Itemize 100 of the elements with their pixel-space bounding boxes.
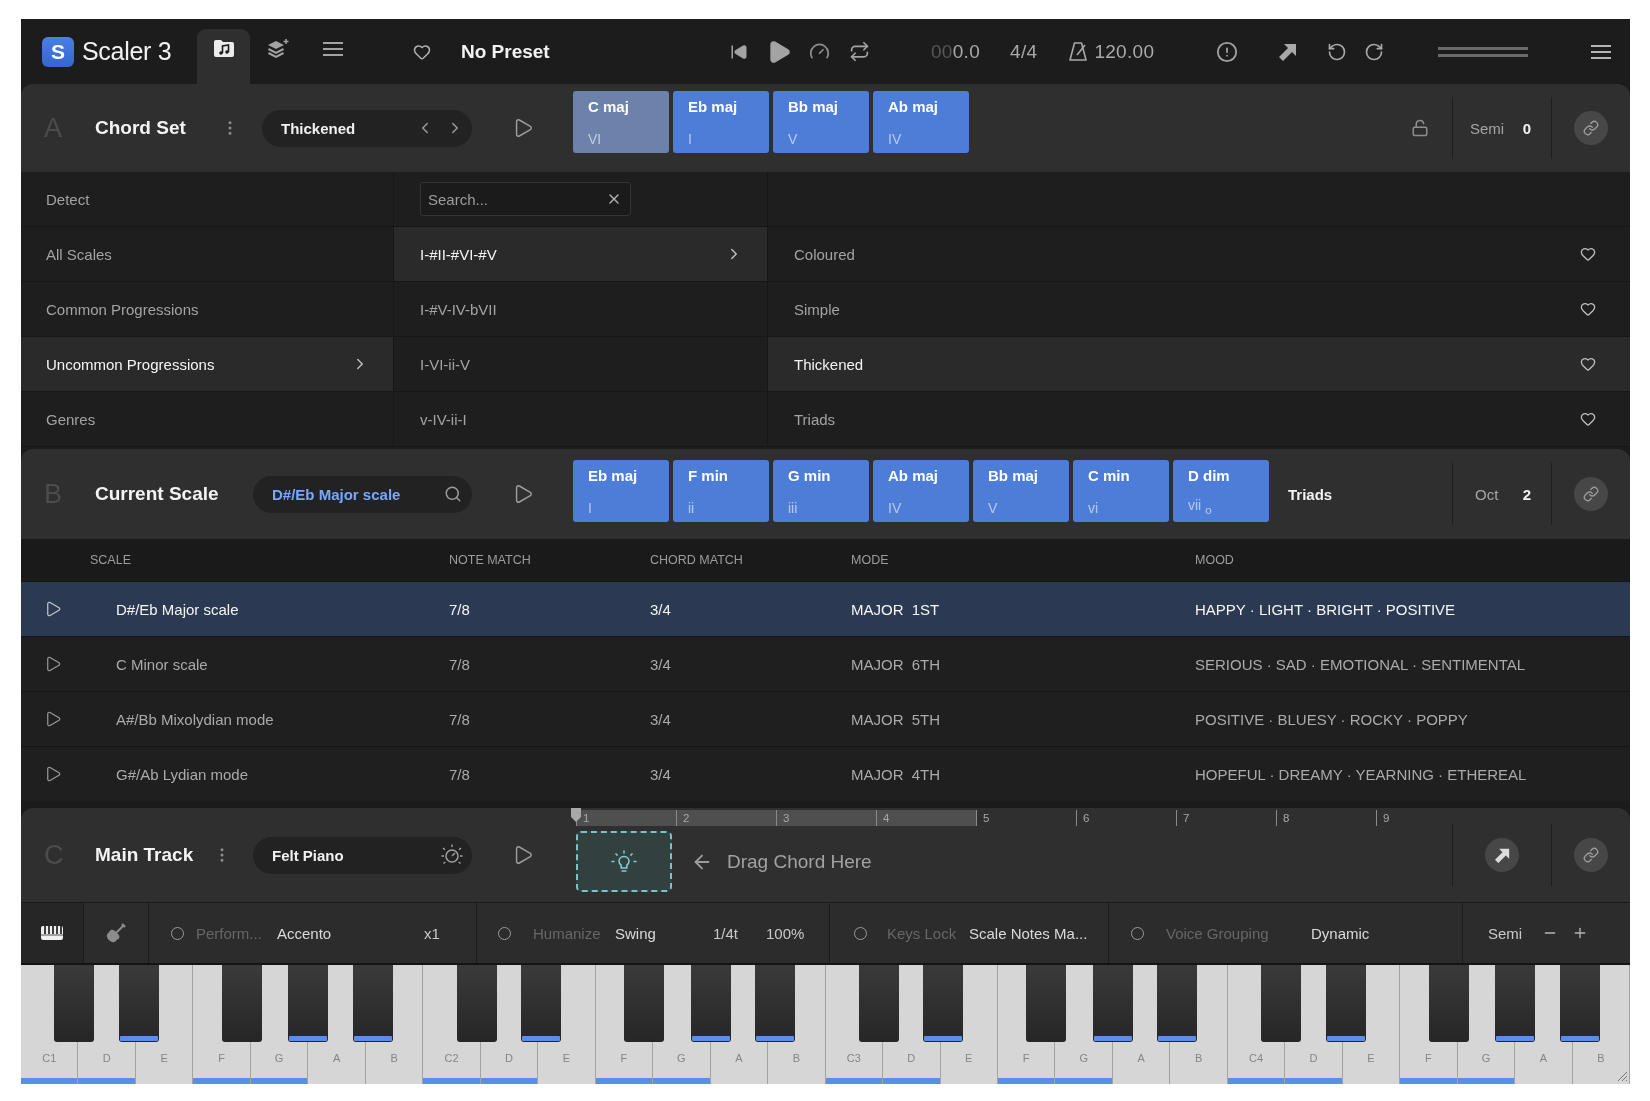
piano-key[interactable] — [1026, 965, 1067, 1042]
guitar-icon — [106, 923, 126, 943]
chord-pad[interactable]: Bb maj V — [773, 91, 869, 153]
table-cell: 3/4 — [650, 710, 671, 728]
open-lock-icon[interactable] — [1411, 119, 1429, 137]
table-cell: C Minor scale — [116, 655, 208, 673]
dial-icon[interactable] — [441, 844, 463, 866]
piano-key[interactable] — [118, 965, 159, 1042]
piano-key[interactable] — [221, 965, 262, 1042]
timeline-bar: 5 — [976, 810, 1076, 826]
skip-back-icon[interactable] — [730, 42, 748, 61]
undo-icon[interactable] — [1327, 41, 1347, 62]
heart-icon[interactable] — [1580, 411, 1596, 427]
option-setting[interactable]: 100% — [766, 924, 805, 942]
piano-key[interactable] — [1325, 965, 1366, 1042]
chord-pad[interactable]: F min ii — [673, 460, 769, 522]
option-value[interactable]: Scale Notes Ma... — [969, 924, 1088, 942]
chord-pad[interactable]: G min iii — [773, 460, 869, 522]
piano-key[interactable] — [1495, 965, 1536, 1042]
piano-key[interactable] — [1559, 965, 1600, 1042]
piano-key[interactable] — [352, 965, 393, 1042]
resize-grip-icon[interactable] — [1618, 1072, 1627, 1081]
option-value[interactable]: Accento — [277, 924, 332, 942]
menu-icon[interactable] — [1591, 44, 1611, 59]
playhead-marker-icon[interactable] — [570, 808, 582, 822]
piano-key[interactable] — [755, 965, 796, 1042]
heart-icon[interactable] — [1580, 301, 1596, 317]
category-item[interactable]: All Scales — [21, 227, 393, 282]
heart-icon[interactable] — [1580, 356, 1596, 372]
chord-set-selector[interactable]: Thickened — [262, 109, 472, 147]
redo-icon[interactable] — [1364, 41, 1384, 62]
chord-name: C min — [1088, 467, 1130, 484]
arrow-up-right-icon[interactable] — [1279, 42, 1297, 61]
preset-name[interactable]: No Preset — [461, 40, 550, 63]
variation-item[interactable]: Thickened — [768, 337, 1630, 392]
link-button[interactable] — [1574, 111, 1608, 145]
category-item[interactable]: Genres — [21, 392, 393, 447]
piano-key[interactable] — [288, 965, 329, 1042]
chord-pad[interactable]: C maj VI — [573, 91, 669, 153]
chord-pad[interactable]: D dim vii $_{o}$ — [1173, 460, 1269, 522]
view-tab[interactable] — [197, 29, 250, 84]
link-icon — [1583, 847, 1599, 863]
alert-icon[interactable] — [1216, 40, 1238, 63]
metronome-icon[interactable] — [1069, 42, 1088, 61]
piano-key[interactable] — [1157, 965, 1198, 1042]
transpose-value[interactable]: 0 — [1522, 119, 1531, 137]
play-icon[interactable] — [44, 765, 62, 783]
piano-key[interactable] — [858, 965, 899, 1042]
scale-row[interactable]: D#/Eb Major scale 7/8 3/4 MAJOR 1ST HAPPY · LIGHT · BRIGHT · POSITIVE — [21, 581, 1630, 636]
category-item[interactable]: Detect — [21, 172, 393, 227]
scale-selector[interactable]: D#/Eb Major scale — [253, 475, 472, 513]
variation-item[interactable]: Coloured — [768, 227, 1630, 282]
search-field[interactable]: Search... — [420, 182, 631, 216]
arrow-up-right-icon[interactable] — [1494, 847, 1510, 863]
piano-key[interactable] — [690, 965, 731, 1042]
transpose-label: Semi — [1488, 924, 1523, 942]
table-cell: MAJOR 4TH — [851, 765, 940, 783]
progression-item[interactable]: I-#II-#VI-#V — [394, 227, 767, 282]
piano-key[interactable] — [923, 965, 964, 1042]
chord-pad[interactable]: Ab maj IV — [873, 460, 969, 522]
tempo-value[interactable]: 120.00 — [1094, 40, 1155, 63]
progression-item[interactable]: I-VI-ii-V — [394, 337, 767, 392]
option-value[interactable]: Swing — [615, 924, 656, 942]
progression-item[interactable]: v-IV-ii-I — [394, 392, 767, 447]
option-value[interactable]: Dynamic — [1311, 924, 1370, 942]
octave-value[interactable]: 2 — [1522, 485, 1531, 503]
link-button[interactable] — [1574, 477, 1608, 511]
table-cell: HOPEFUL · DREAMY · YEARNING · ETHEREAL — [1195, 765, 1527, 783]
play-icon[interactable] — [44, 655, 62, 673]
play-icon[interactable] — [44, 600, 62, 618]
category-item[interactable]: Uncommon Progressions — [21, 337, 393, 392]
option-setting[interactable]: 1/4t — [713, 924, 739, 942]
instrument-selector[interactable]: Felt Piano — [253, 836, 472, 874]
heart-icon[interactable] — [413, 42, 431, 61]
piano-key[interactable] — [1428, 965, 1469, 1042]
voicing-selector[interactable]: Triads — [1288, 485, 1333, 503]
chord-pad[interactable]: Bb maj V — [973, 460, 1069, 522]
double-line-icon[interactable] — [1438, 46, 1528, 57]
piano-key[interactable] — [54, 965, 95, 1042]
chord-drop-zone[interactable] — [576, 831, 672, 892]
piano-key[interactable] — [1092, 965, 1133, 1042]
progression-item[interactable]: I-#V-IV-bVII — [394, 282, 767, 337]
repeat-icon[interactable] — [848, 41, 870, 62]
piano-key[interactable] — [521, 965, 562, 1042]
piano-key[interactable] — [624, 965, 665, 1042]
option-setting[interactable]: x1 — [424, 924, 440, 942]
input-mode-tab[interactable] — [21, 903, 84, 963]
link-button[interactable] — [1574, 838, 1608, 872]
chord-pad[interactable]: Eb maj I — [573, 460, 669, 522]
variation-item[interactable]: Triads — [768, 392, 1630, 447]
piano-key[interactable] — [456, 965, 497, 1042]
chord-pad[interactable]: Eb maj I — [673, 91, 769, 153]
chord-pad[interactable]: C min vi — [1073, 460, 1169, 522]
time-signature[interactable]: 4/4 — [1010, 40, 1038, 63]
transpose-label: Semi — [1470, 119, 1505, 137]
chord-pad[interactable]: Ab maj IV — [873, 91, 969, 153]
heart-icon[interactable] — [1580, 246, 1596, 262]
play-icon[interactable] — [44, 710, 62, 728]
export-button[interactable] — [1485, 838, 1519, 872]
piano-key[interactable] — [1261, 965, 1302, 1042]
